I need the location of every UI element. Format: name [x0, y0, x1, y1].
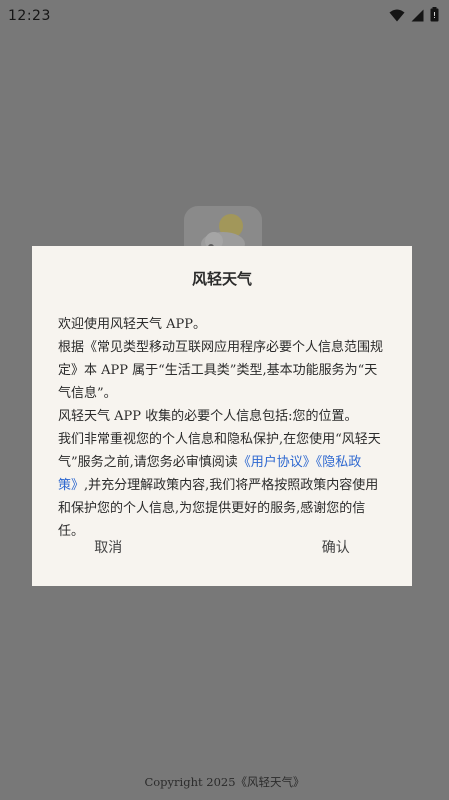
battery-icon: !: [430, 6, 439, 26]
cancel-button[interactable]: 取消: [32, 532, 235, 562]
regulation-paragraph: 根据《常见类型移动互联网应用程序必要个人信息范围规定》本 APP 属于“生活工具…: [58, 340, 384, 401]
status-icons: !: [389, 6, 439, 26]
status-time: 12:23: [8, 8, 51, 24]
dialog-body: 欢迎使用风轻天气 APP。 根据《常见类型移动互联网应用程序必要个人信息范围规定…: [58, 313, 386, 543]
cellular-signal-icon: [411, 7, 424, 26]
welcome-paragraph: 欢迎使用风轻天气 APP。: [58, 317, 207, 332]
collected-info-paragraph: 风轻天气 APP 收集的必要个人信息包括:您的位置。: [58, 409, 358, 424]
dialog-title: 风轻天气: [191, 270, 252, 288]
privacy-consent-dialog: 风轻天气 欢迎使用风轻天气 APP。 根据《常见类型移动互联网应用程序必要个人信…: [32, 246, 412, 586]
privacy-notice-paragraph: 我们非常重视您的个人信息和隐私保护,在您使用“风轻天气”服务之前,请您务必审慎阅…: [58, 428, 386, 543]
wifi-icon: [389, 7, 405, 26]
status-bar: 12:23 !: [0, 0, 449, 32]
svg-text:!: !: [433, 11, 436, 20]
copyright-text: Copyright 2025《风轻天气》: [144, 775, 305, 789]
dialog-actions: 取消 确认: [32, 532, 412, 562]
privacy-notice-text-after: ,并充分理解政策内容,我们将严格按照政策内容使用和保护您的个人信息,为您提供更好…: [58, 478, 379, 539]
confirm-button[interactable]: 确认: [235, 532, 413, 562]
user-agreement-link[interactable]: 《用户协议》: [238, 455, 316, 470]
